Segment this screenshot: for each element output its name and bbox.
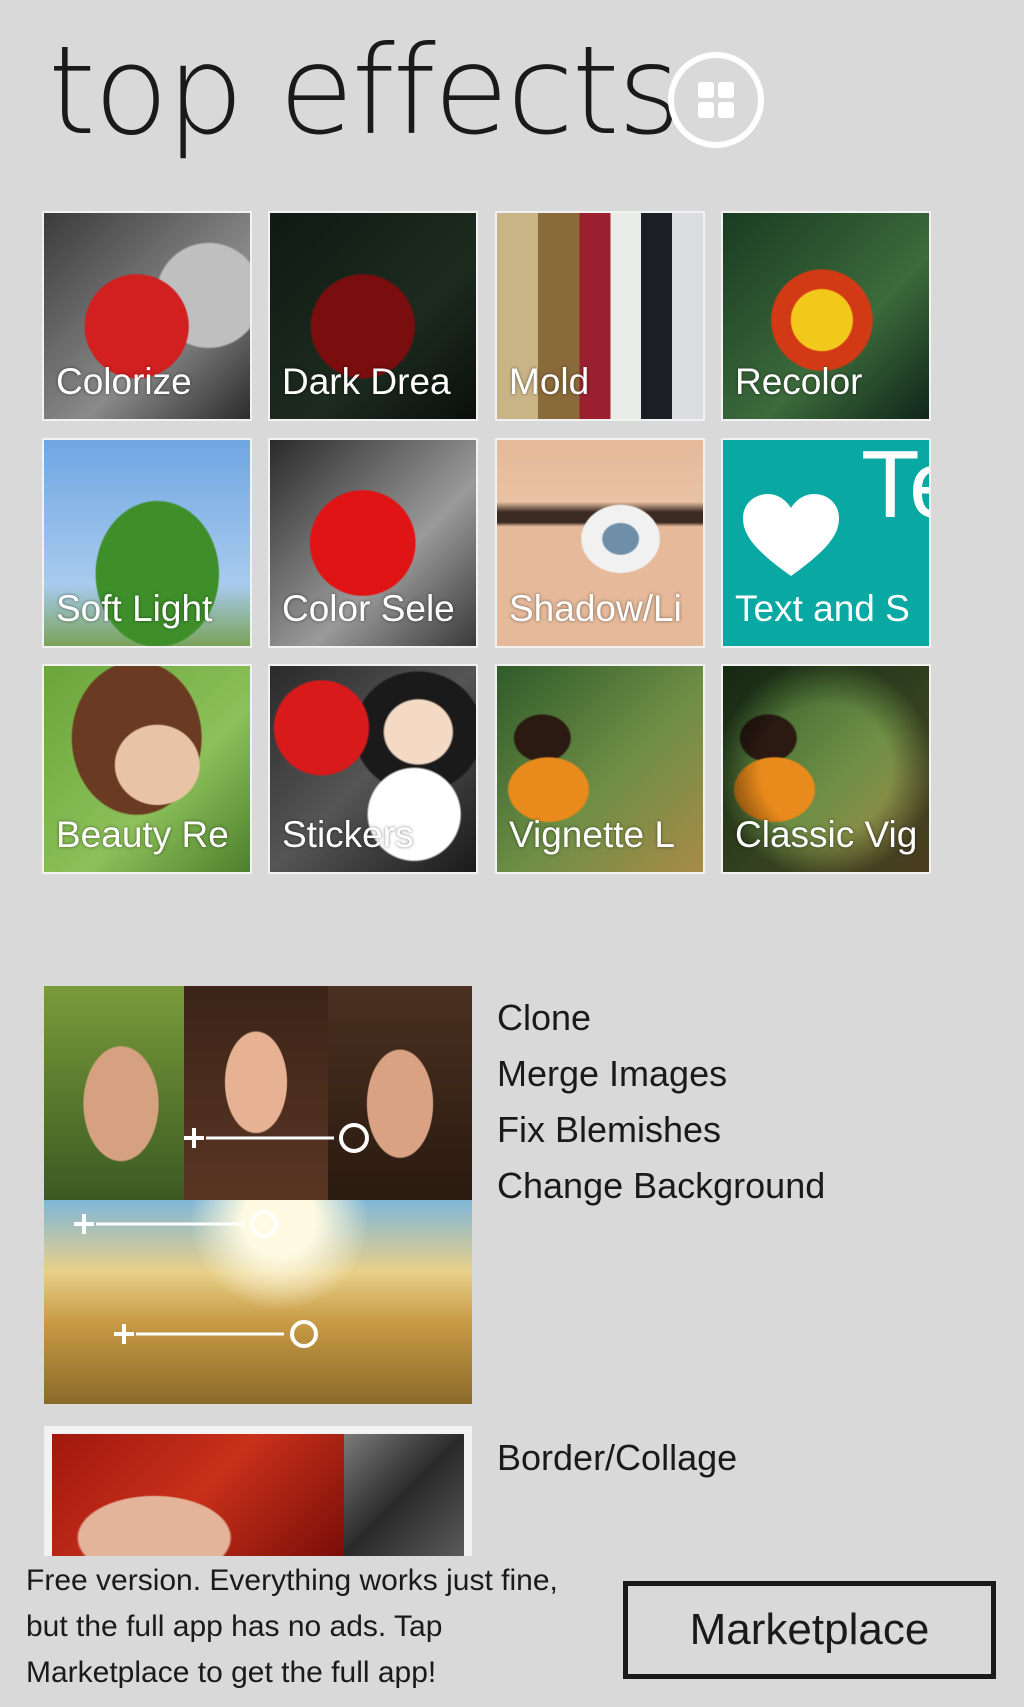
effect-tile-soft-light[interactable]: Soft Light: [42, 438, 252, 648]
effect-tile-mold[interactable]: Mold: [495, 211, 705, 421]
effect-tile-text-and-stickers[interactable]: Te Text and S: [721, 438, 931, 648]
effect-label: Recolor: [735, 361, 863, 402]
clone-promo-image[interactable]: [44, 986, 472, 1404]
effect-label: Shadow/Li: [509, 588, 682, 629]
arrow-icon: [74, 1210, 278, 1238]
effect-tile-color-select[interactable]: Color Sele: [268, 438, 478, 648]
effect-label: Vignette L: [509, 814, 675, 855]
effect-label: Colorize: [56, 361, 192, 402]
border-collage-promo-image[interactable]: [44, 1426, 472, 1556]
effect-label: Beauty Re: [56, 814, 229, 855]
text-glyph: Te: [861, 440, 929, 538]
arrow-icon: [114, 1320, 318, 1348]
effect-tile-vignette-light[interactable]: Vignette L: [495, 664, 705, 874]
heart-icon: [743, 494, 839, 576]
arrow-icon: [184, 1123, 369, 1153]
effect-label: Color Sele: [282, 588, 455, 629]
feature-item[interactable]: Merge Images: [497, 1046, 825, 1102]
effect-tile-dark-dream[interactable]: Dark Drea: [268, 211, 478, 421]
effect-tile-recolor[interactable]: Recolor: [721, 211, 931, 421]
effect-tile-classic-vignette[interactable]: Classic Vig: [721, 664, 931, 874]
effect-tile-beauty-retouch[interactable]: Beauty Re: [42, 664, 252, 874]
feature-item[interactable]: Border/Collage: [497, 1430, 737, 1486]
free-version-note: Free version. Everything works just fine…: [26, 1564, 558, 1689]
effect-tile-stickers[interactable]: Stickers: [268, 664, 478, 874]
effect-tile-colorize[interactable]: Colorize: [42, 211, 252, 421]
effect-label: Classic Vig: [735, 814, 918, 855]
effect-label: Dark Drea: [282, 361, 451, 402]
clone-feature-list: Clone Merge Images Fix Blemishes Change …: [497, 990, 825, 1214]
feature-item[interactable]: Change Background: [497, 1158, 825, 1214]
effect-label: Soft Light: [56, 588, 213, 629]
page-title: top effects: [48, 20, 681, 162]
grid-view-button[interactable]: [668, 52, 764, 148]
effect-label: Text and S: [735, 588, 910, 629]
grid-icon: [698, 82, 734, 118]
feature-item[interactable]: Clone: [497, 990, 825, 1046]
effect-tile-shadow-liner[interactable]: Shadow/Li: [495, 438, 705, 648]
marketplace-button[interactable]: Marketplace: [623, 1581, 996, 1679]
feature-item[interactable]: Fix Blemishes: [497, 1102, 825, 1158]
effect-label: Mold: [509, 361, 590, 402]
collage-feature-list: Border/Collage: [497, 1430, 737, 1486]
effect-label: Stickers: [282, 814, 414, 855]
